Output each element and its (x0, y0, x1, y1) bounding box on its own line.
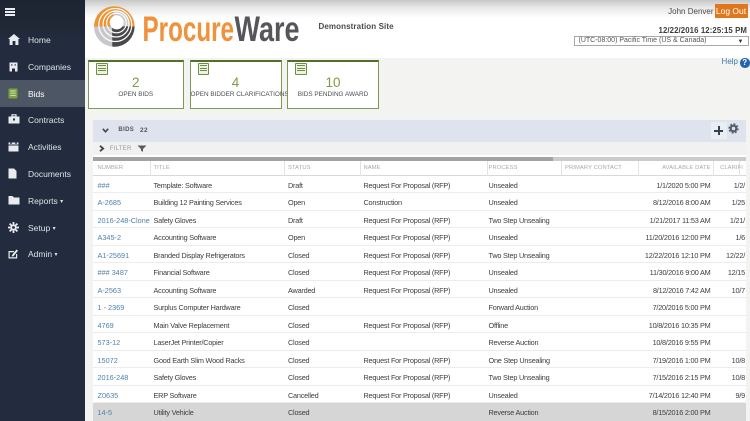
svg-text:Ware: Ware (235, 9, 300, 48)
svg-text:Procure: Procure (143, 9, 235, 48)
